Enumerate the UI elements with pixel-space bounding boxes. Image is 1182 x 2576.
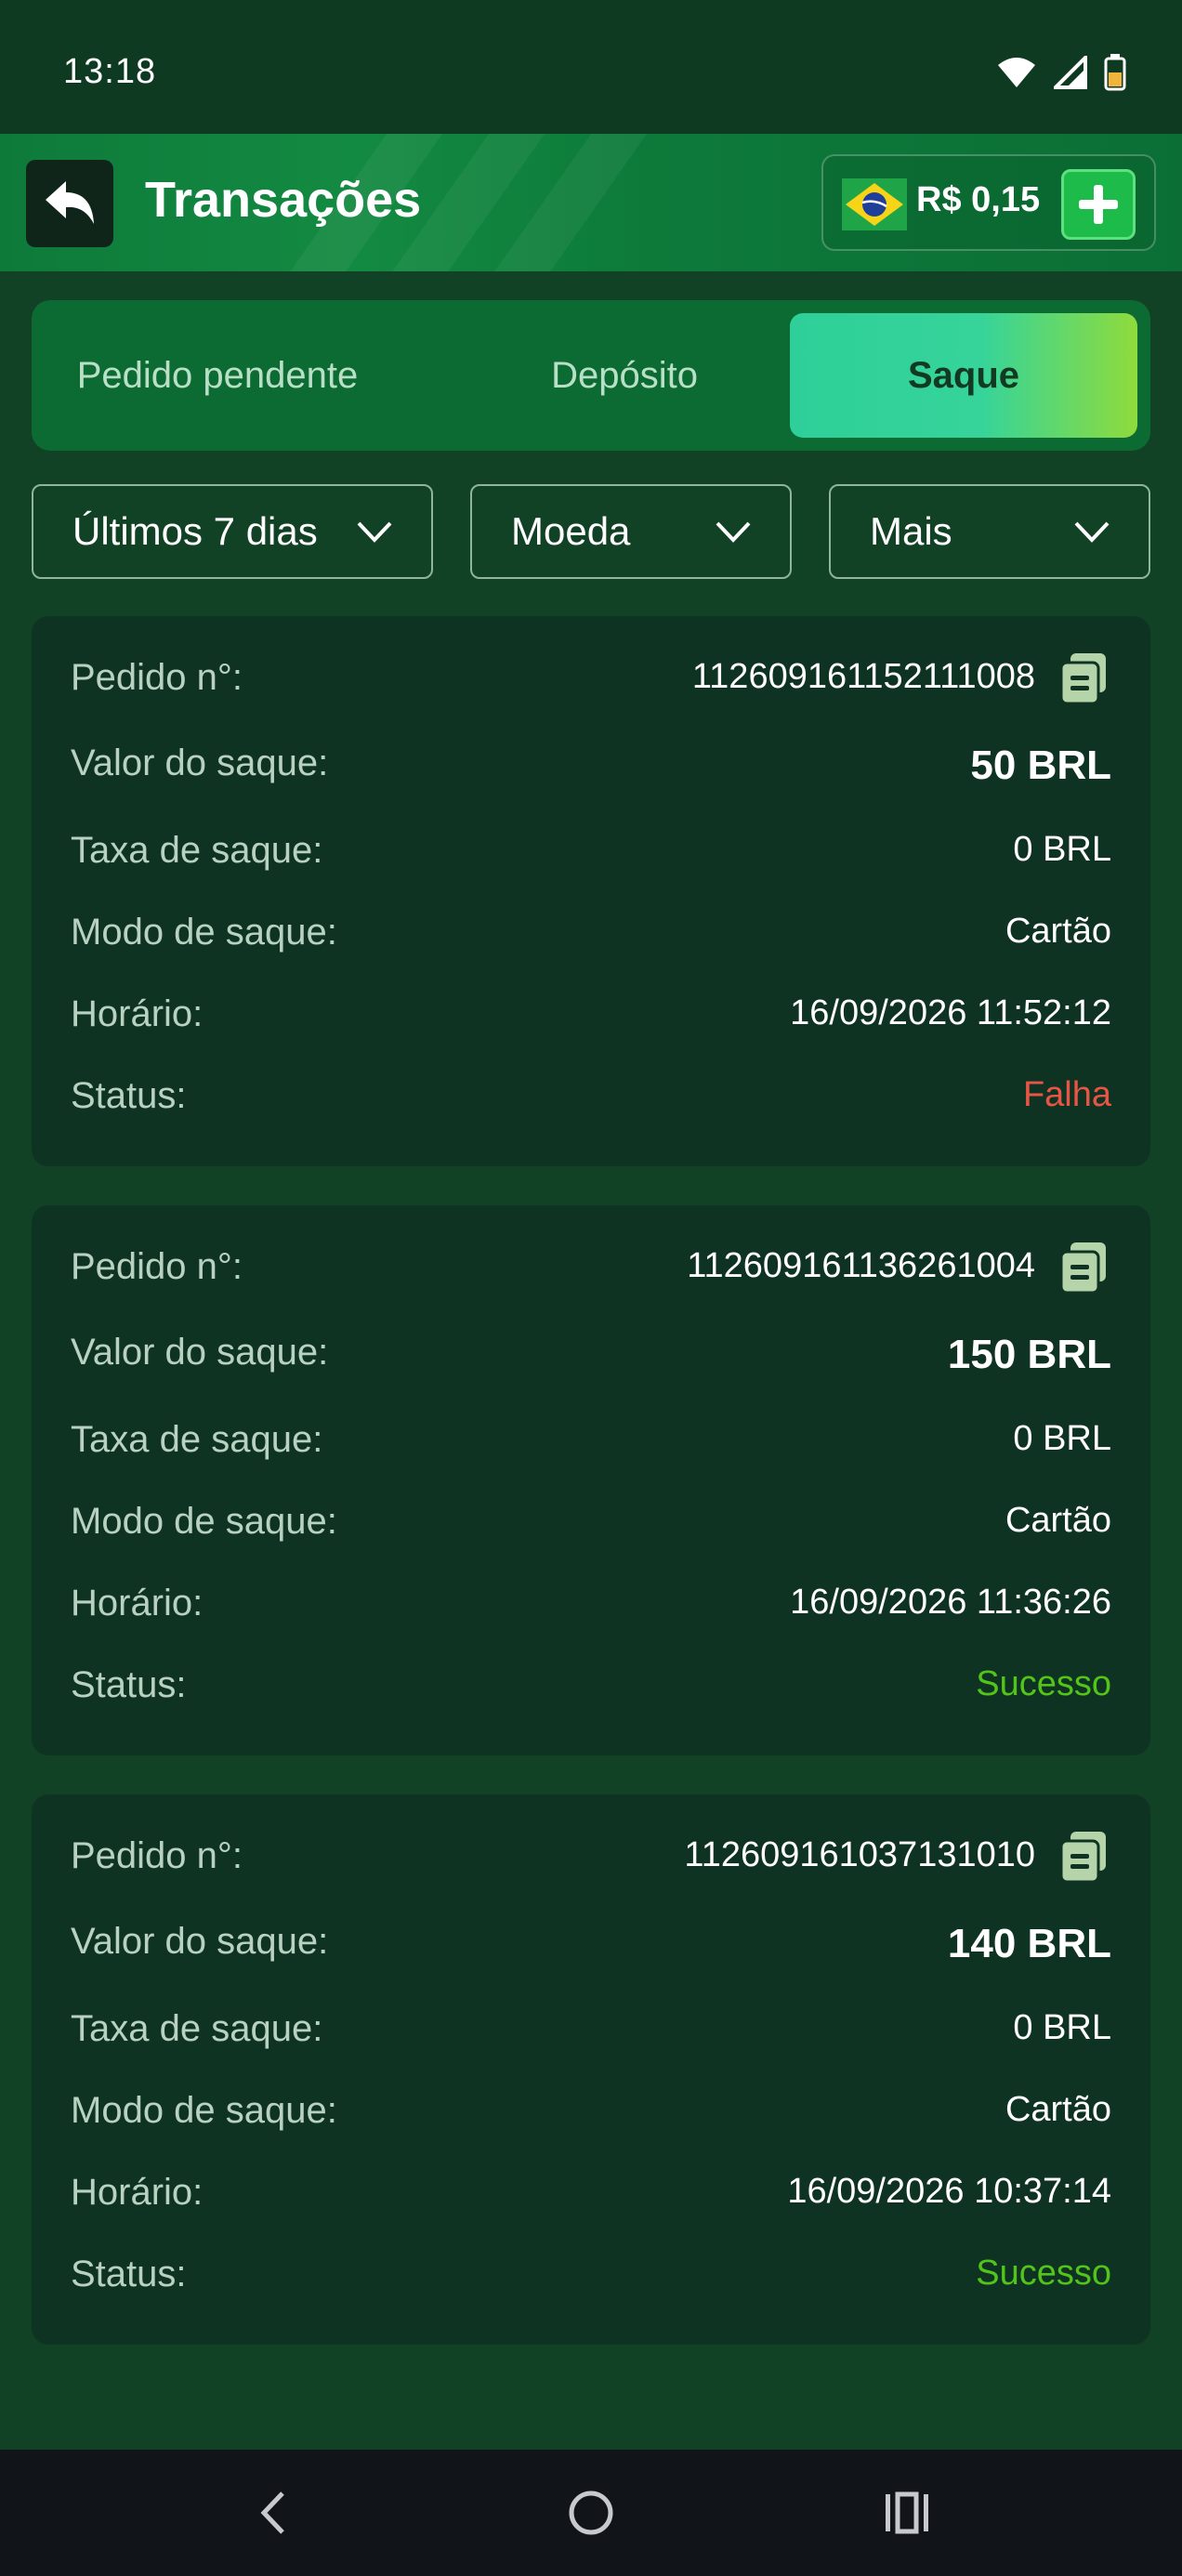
mode-row: Modo de saque: Cartão — [71, 1501, 1111, 1557]
order-number: 112609161136261004 — [687, 1246, 1035, 1285]
copy-icon[interactable] — [1057, 1241, 1111, 1295]
mode-label: Modo de saque: — [71, 2090, 337, 2131]
page-title: Transações — [145, 172, 422, 228]
status-bar: 13:18 — [0, 0, 1182, 134]
signal-icon — [1054, 56, 1087, 89]
copy-icon[interactable] — [1057, 651, 1111, 705]
status-badge: Falha — [1022, 1075, 1111, 1114]
withdrawal-mode: Cartão — [1005, 1501, 1111, 1540]
status-label: Status: — [71, 2254, 187, 2294]
withdrawal-fee: 0 BRL — [1013, 1419, 1111, 1458]
time-row: Horário: 16/09/2026 11:36:26 — [71, 1583, 1111, 1638]
order-label: Pedido n°: — [71, 657, 243, 698]
amount-row: Valor do saque: 140 BRL — [71, 1921, 1111, 1977]
nav-home-button[interactable] — [563, 2485, 619, 2541]
system-nav-bar — [0, 2450, 1182, 2576]
currency-dropdown[interactable]: Moeda — [470, 484, 792, 579]
transaction-time: 16/09/2026 11:52:12 — [790, 993, 1111, 1032]
transaction-card: Pedido n°: 112609161037131010 Valor do s… — [32, 1794, 1150, 2345]
home-circle-icon — [569, 2491, 613, 2535]
mode-label: Modo de saque: — [71, 1501, 337, 1542]
withdrawal-fee: 0 BRL — [1013, 830, 1111, 869]
balance-widget[interactable]: R$ 0,15 — [821, 154, 1156, 251]
balance-amount: R$ 0,15 — [916, 180, 1041, 219]
status-badge: Sucesso — [976, 1664, 1111, 1703]
chevron-down-icon — [357, 521, 392, 543]
brazil-flag-icon — [842, 178, 907, 230]
order-row: Pedido n°: 112609161037131010 — [71, 1832, 1111, 1891]
nav-recents-button[interactable] — [879, 2485, 935, 2541]
fee-row: Taxa de saque: 0 BRL — [71, 1419, 1111, 1475]
chevron-left-icon — [260, 2491, 284, 2534]
back-arrow-icon — [46, 181, 94, 224]
time-row: Horário: 16/09/2026 10:37:14 — [71, 2172, 1111, 2228]
status-badge: Sucesso — [976, 2254, 1111, 2293]
more-filters-dropdown[interactable]: Mais — [829, 484, 1150, 579]
order-label: Pedido n°: — [71, 1835, 243, 1876]
time-label: Horário: — [71, 993, 204, 1034]
withdrawal-amount: 150 BRL — [947, 1332, 1111, 1377]
withdrawal-mode: Cartão — [1005, 2090, 1111, 2129]
order-label: Pedido n°: — [71, 1246, 243, 1287]
amount-row: Valor do saque: 50 BRL — [71, 743, 1111, 798]
add-funds-button[interactable] — [1061, 169, 1136, 240]
time-row: Horário: 16/09/2026 11:52:12 — [71, 993, 1111, 1049]
amount-label: Valor do saque: — [71, 743, 329, 783]
battery-icon — [1104, 54, 1126, 91]
plus-icon — [1079, 185, 1118, 224]
tab-pending-order[interactable]: Pedido pendente — [32, 313, 403, 438]
header: Transações R$ 0,15 — [0, 134, 1182, 271]
tab-deposit[interactable]: Depósito — [439, 313, 810, 438]
transaction-tabs: Pedido pendente Depósito Saque — [32, 300, 1150, 451]
transaction-card: Pedido n°: 112609161152111008 Valor do s… — [32, 616, 1150, 1166]
order-row: Pedido n°: 112609161136261004 — [71, 1242, 1111, 1302]
order-number: 112609161037131010 — [684, 1835, 1035, 1874]
transaction-time: 16/09/2026 10:37:14 — [787, 2172, 1111, 2211]
chevron-down-icon — [716, 521, 751, 543]
time-label: Horário: — [71, 2172, 204, 2213]
chevron-down-icon — [1074, 521, 1110, 543]
withdrawal-amount: 50 BRL — [970, 743, 1111, 788]
more-filters-label: Mais — [870, 509, 952, 553]
time-label: Horário: — [71, 1583, 204, 1623]
fee-label: Taxa de saque: — [71, 2008, 323, 2049]
withdrawal-mode: Cartão — [1005, 912, 1111, 951]
fee-row: Taxa de saque: 0 BRL — [71, 2008, 1111, 2064]
amount-label: Valor do saque: — [71, 1921, 329, 1962]
withdrawal-amount: 140 BRL — [947, 1921, 1111, 1966]
fee-label: Taxa de saque: — [71, 830, 323, 871]
withdrawal-fee: 0 BRL — [1013, 2008, 1111, 2047]
mode-label: Modo de saque: — [71, 912, 337, 953]
date-range-dropdown[interactable]: Últimos 7 dias — [32, 484, 433, 579]
status-row: Status: Sucesso — [71, 2254, 1111, 2309]
back-button[interactable] — [26, 160, 113, 247]
status-label: Status: — [71, 1075, 187, 1116]
order-row: Pedido n°: 112609161152111008 — [71, 653, 1111, 713]
status-icons — [996, 54, 1126, 91]
amount-label: Valor do saque: — [71, 1332, 329, 1373]
fee-label: Taxa de saque: — [71, 1419, 323, 1460]
recents-icon — [886, 2491, 928, 2534]
mode-row: Modo de saque: Cartão — [71, 2090, 1111, 2146]
status-time: 13:18 — [63, 52, 157, 91]
date-range-label: Últimos 7 dias — [72, 509, 318, 553]
fee-row: Taxa de saque: 0 BRL — [71, 830, 1111, 886]
mode-row: Modo de saque: Cartão — [71, 912, 1111, 967]
tab-withdrawal[interactable]: Saque — [790, 313, 1137, 438]
wifi-icon — [998, 58, 1035, 87]
order-number: 112609161152111008 — [691, 657, 1035, 696]
nav-back-button[interactable] — [245, 2485, 301, 2541]
status-row: Status: Falha — [71, 1075, 1111, 1131]
status-row: Status: Sucesso — [71, 1664, 1111, 1720]
amount-row: Valor do saque: 150 BRL — [71, 1332, 1111, 1387]
transaction-time: 16/09/2026 11:36:26 — [790, 1583, 1111, 1622]
filters: Últimos 7 dias Moeda Mais — [32, 484, 1150, 579]
copy-icon[interactable] — [1057, 1830, 1111, 1884]
transaction-card: Pedido n°: 112609161136261004 Valor do s… — [32, 1205, 1150, 1755]
status-label: Status: — [71, 1664, 187, 1705]
currency-label: Moeda — [511, 509, 631, 553]
